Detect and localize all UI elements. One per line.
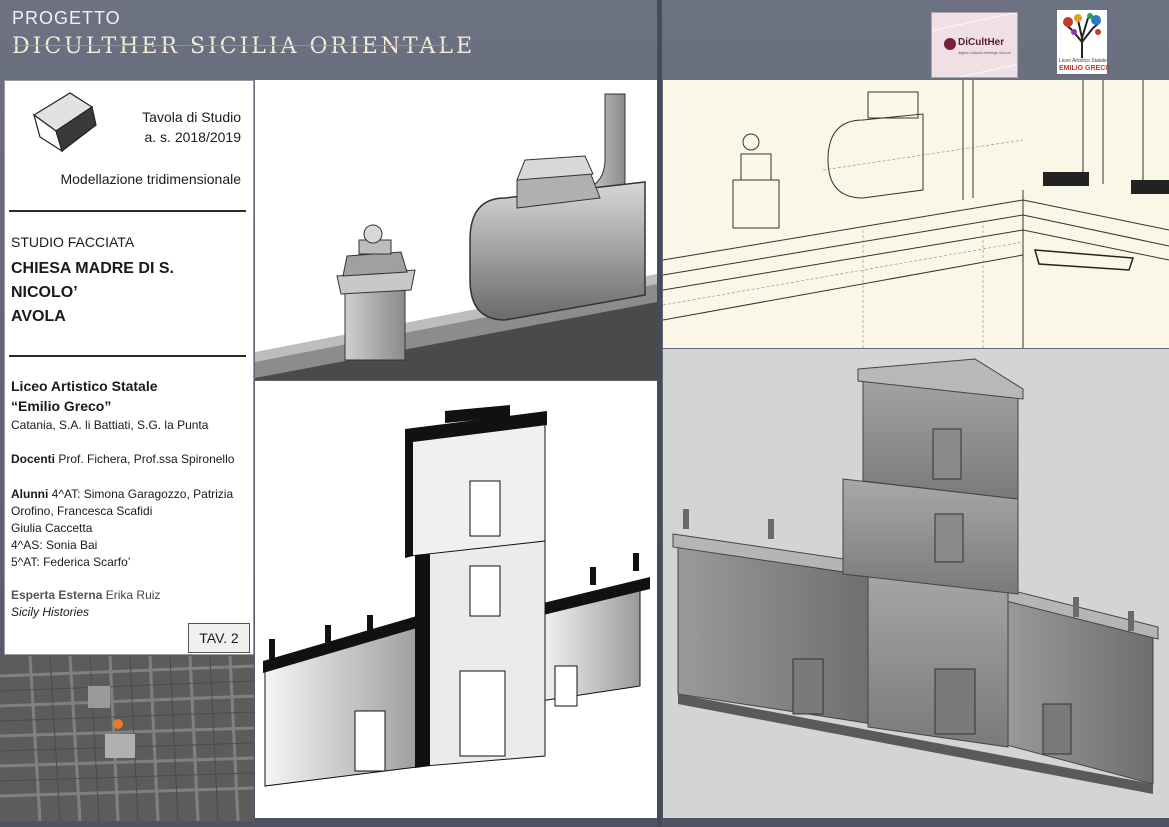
render-wireframe bbox=[663, 80, 1169, 348]
teachers-value: Prof. Fichera, Prof.ssa Spironello bbox=[55, 452, 235, 466]
teachers-label: Docenti bbox=[11, 452, 56, 466]
render-detail-pinnacle bbox=[255, 80, 657, 380]
liceo-logo-line2: EMILIO GRECO bbox=[1059, 65, 1111, 72]
school-name: Liceo Artistico Statale bbox=[11, 378, 158, 394]
school-location: Catania, S.A. li Battiati, S.G. la Punta bbox=[11, 418, 209, 432]
cube-icon bbox=[10, 85, 113, 167]
dicult-logo-sub: digital cultural heritage school bbox=[958, 50, 1011, 55]
church-name-line3: AVOLA bbox=[11, 308, 66, 325]
teachers: Docenti Prof. Fichera, Prof.ssa Spironel… bbox=[11, 452, 234, 466]
tree-icon bbox=[1060, 12, 1104, 58]
dicult-logo-text: DiCultHer bbox=[958, 37, 1005, 48]
expert-value: Erika Ruiz bbox=[102, 588, 161, 602]
project-title: DICULTHER SICILIA ORIENTALE bbox=[12, 34, 476, 59]
expert-label: Esperta Esterna bbox=[11, 588, 103, 602]
church-name-line1: CHIESA MADRE DI S. bbox=[11, 260, 174, 277]
divider-rule bbox=[9, 210, 246, 212]
studio-label: STUDIO FACCIATA bbox=[11, 234, 135, 250]
city-map-thumbnail bbox=[0, 656, 254, 821]
expert-organization: Sicily Histories bbox=[11, 605, 90, 619]
info-panel: Tavola di Studio a. s. 2018/2019 Modella… bbox=[4, 80, 254, 655]
students-line1: 4^AT: Simona Garagozzo, Patrizia bbox=[48, 487, 234, 501]
church-name-line2: NICOLO’ bbox=[11, 284, 78, 301]
render-facade-gray bbox=[663, 349, 1169, 818]
students-label: Alunni bbox=[11, 487, 49, 501]
school-name-2: “Emilio Greco” bbox=[11, 398, 112, 414]
liceo-logo: Liceo Artistico Statale EMILIO GRECO bbox=[1057, 10, 1111, 74]
church-name: CHIESA MADRE DI S. NICOLO’ AVOLA bbox=[11, 257, 241, 329]
external-expert: Esperta Esterna Erika Ruiz bbox=[11, 588, 160, 602]
students-line2: Orofino, Francesca Scafidi bbox=[11, 504, 153, 518]
map-marker-icon bbox=[113, 719, 123, 729]
students: Alunni 4^AT: Simona Garagozzo, Patrizia … bbox=[11, 486, 251, 571]
dicult-logo: DiCultHer digital cultural heritage scho… bbox=[931, 12, 1018, 78]
project-label: PROGETTO bbox=[12, 8, 121, 28]
tavola-title: Tavola di Studio bbox=[142, 109, 241, 125]
divider-rule bbox=[9, 355, 246, 357]
students-line5: 5^AT: Federica Scarfo’ bbox=[11, 555, 131, 569]
title-strike-line bbox=[12, 45, 448, 46]
students-line3: Giulia Caccetta bbox=[11, 521, 93, 535]
tav-number-badge: TAV. 2 bbox=[188, 623, 250, 653]
modellazione-label: Modellazione tridimensionale bbox=[60, 171, 241, 187]
tavola-year: a. s. 2018/2019 bbox=[144, 129, 241, 145]
students-line4: 4^AS: Sonia Bai bbox=[11, 538, 98, 552]
vertical-divider bbox=[657, 0, 662, 827]
render-facade-white bbox=[255, 381, 657, 818]
liceo-logo-line1: Liceo Artistico Statale bbox=[1059, 58, 1107, 64]
